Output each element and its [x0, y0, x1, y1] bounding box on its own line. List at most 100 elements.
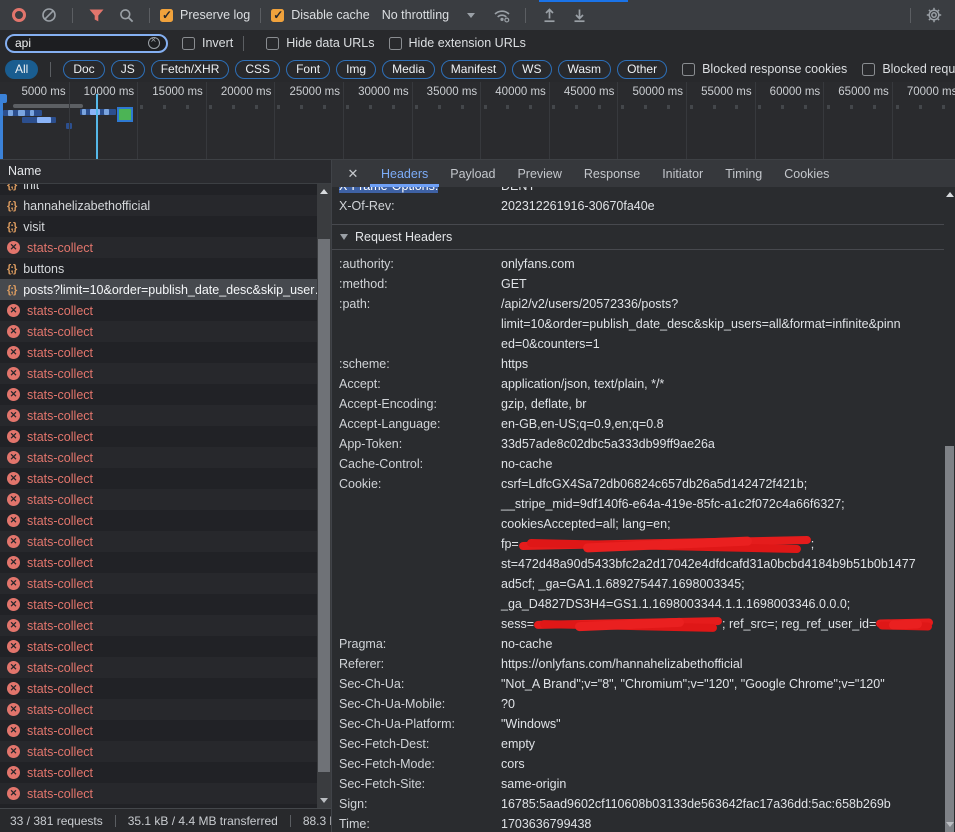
tab-cookies[interactable]: Cookies: [773, 160, 840, 187]
request-name: init: [23, 184, 39, 192]
request-row[interactable]: ✕stats-collect: [0, 342, 331, 363]
filter-pill-doc[interactable]: Doc: [63, 60, 104, 79]
export-har-icon[interactable]: [566, 3, 592, 27]
tab-initiator[interactable]: Initiator: [651, 160, 714, 187]
blocked-requests-checkbox[interactable]: Blocked requests: [862, 62, 955, 76]
filter-pill-all[interactable]: All: [5, 60, 38, 79]
request-row[interactable]: ✕stats-collect: [0, 678, 331, 699]
request-row[interactable]: {;}init: [0, 184, 331, 195]
filter-pill-other[interactable]: Other: [617, 60, 667, 79]
filter-pill-ws[interactable]: WS: [512, 60, 551, 79]
disable-cache-checkbox[interactable]: Disable cache: [271, 8, 370, 22]
throttling-select[interactable]: No throttling: [382, 8, 449, 22]
tab-headers[interactable]: Headers: [370, 160, 439, 187]
request-row[interactable]: ✕stats-collect: [0, 783, 331, 804]
filter-pill-fetch-xhr[interactable]: Fetch/XHR: [151, 60, 230, 79]
details-scrollbar[interactable]: [944, 187, 955, 832]
scroll-up-icon[interactable]: [317, 185, 331, 198]
filter-pill-js[interactable]: JS: [111, 60, 145, 79]
checkbox-box[interactable]: [682, 63, 695, 76]
scroll-up-icon[interactable]: [944, 188, 955, 201]
request-row[interactable]: ✕stats-collect: [0, 804, 331, 808]
checkbox-box[interactable]: [389, 37, 402, 50]
checkbox-box[interactable]: [266, 37, 279, 50]
checkbox-box[interactable]: [271, 9, 284, 22]
filter-pill-manifest[interactable]: Manifest: [441, 60, 506, 79]
scroll-down-icon[interactable]: [944, 818, 955, 831]
request-row[interactable]: ✕stats-collect: [0, 636, 331, 657]
header-value: csrf=LdfcGX4Sa72db06824c657db26a5d142472…: [501, 474, 933, 634]
clear-button[interactable]: [36, 3, 62, 27]
hide-data-urls-label: Hide data URLs: [286, 36, 374, 50]
request-list-scrollbar[interactable]: [317, 184, 331, 808]
checkbox-box[interactable]: [862, 63, 875, 76]
filter-pill-wasm[interactable]: Wasm: [558, 60, 612, 79]
request-row[interactable]: ✕stats-collect: [0, 741, 331, 762]
request-row[interactable]: {;}visit: [0, 216, 331, 237]
header-value: https: [501, 354, 528, 374]
request-row[interactable]: ✕stats-collect: [0, 762, 331, 783]
filter-pill-css[interactable]: CSS: [235, 60, 280, 79]
checkbox-box[interactable]: [160, 9, 173, 22]
request-row[interactable]: {;}posts?limit=10&order=publish_date_des…: [0, 279, 331, 300]
divider: [115, 815, 116, 827]
overview-selection-edge[interactable]: [0, 94, 3, 160]
scroll-down-icon[interactable]: [317, 794, 331, 807]
clear-filter-icon[interactable]: [148, 37, 160, 49]
blocked-response-cookies-checkbox[interactable]: Blocked response cookies: [682, 62, 847, 76]
request-row[interactable]: {;}buttons: [0, 258, 331, 279]
timeline-overview[interactable]: 5000 ms10000 ms15000 ms20000 ms25000 ms3…: [0, 82, 955, 160]
filter-pill-img[interactable]: Img: [336, 60, 376, 79]
request-row[interactable]: ✕stats-collect: [0, 531, 331, 552]
request-row[interactable]: ✕stats-collect: [0, 405, 331, 426]
filter-input[interactable]: api: [5, 34, 168, 53]
chevron-down-icon[interactable]: [467, 13, 475, 18]
checkbox-box[interactable]: [182, 37, 195, 50]
record-button[interactable]: [6, 3, 32, 27]
request-row[interactable]: ✕stats-collect: [0, 447, 331, 468]
request-row[interactable]: ✕stats-collect: [0, 489, 331, 510]
hide-extension-urls-checkbox[interactable]: Hide extension URLs: [389, 36, 526, 50]
import-har-icon[interactable]: [536, 3, 562, 27]
hide-data-urls-checkbox[interactable]: Hide data URLs: [266, 36, 374, 50]
request-row[interactable]: {;}hannahelizabethofficial: [0, 195, 331, 216]
request-row[interactable]: ✕stats-collect: [0, 510, 331, 531]
invert-checkbox[interactable]: Invert: [182, 36, 233, 50]
filter-pill-font[interactable]: Font: [286, 60, 330, 79]
search-icon[interactable]: [113, 3, 139, 27]
filter-icon[interactable]: [83, 3, 109, 27]
name-column-header[interactable]: Name: [0, 160, 331, 184]
request-row[interactable]: ✕stats-collect: [0, 573, 331, 594]
request-row[interactable]: ✕stats-collect: [0, 237, 331, 258]
request-row[interactable]: ✕stats-collect: [0, 720, 331, 741]
request-row[interactable]: ✕stats-collect: [0, 321, 331, 342]
tab-preview[interactable]: Preview: [506, 160, 572, 187]
request-row[interactable]: ✕stats-collect: [0, 384, 331, 405]
close-details-icon[interactable]: ✕: [342, 166, 364, 182]
request-row[interactable]: ✕stats-collect: [0, 657, 331, 678]
request-row[interactable]: ✕stats-collect: [0, 300, 331, 321]
request-row[interactable]: ✕stats-collect: [0, 594, 331, 615]
request-row[interactable]: ✕stats-collect: [0, 552, 331, 573]
header-name: X-Of-Rev:: [339, 196, 501, 216]
request-row[interactable]: ✕stats-collect: [0, 363, 331, 384]
tab-response[interactable]: Response: [573, 160, 651, 187]
timeline-tick: [369, 105, 372, 109]
tab-timing[interactable]: Timing: [714, 160, 773, 187]
request-row[interactable]: ✕stats-collect: [0, 615, 331, 636]
settings-gear-icon[interactable]: [921, 3, 947, 27]
blocked-response-cookies-label: Blocked response cookies: [702, 62, 847, 76]
tab-payload[interactable]: Payload: [439, 160, 506, 187]
scrollbar-thumb[interactable]: [318, 239, 330, 772]
request-row[interactable]: ✕stats-collect: [0, 699, 331, 720]
request-row[interactable]: ✕stats-collect: [0, 468, 331, 489]
request-row[interactable]: ✕stats-collect: [0, 426, 331, 447]
filter-pill-media[interactable]: Media: [382, 60, 435, 79]
preserve-log-checkbox[interactable]: Preserve log: [160, 8, 250, 22]
scrollbar-thumb[interactable]: [945, 446, 954, 832]
request-name: hannahelizabethofficial: [23, 199, 150, 213]
active-tab-indicator: [539, 0, 628, 2]
request-headers-section[interactable]: Request Headers: [332, 224, 955, 250]
network-conditions-icon[interactable]: [489, 3, 515, 27]
header-row: X-Of-Rev: 202312261916-30670fa40e: [332, 196, 955, 216]
